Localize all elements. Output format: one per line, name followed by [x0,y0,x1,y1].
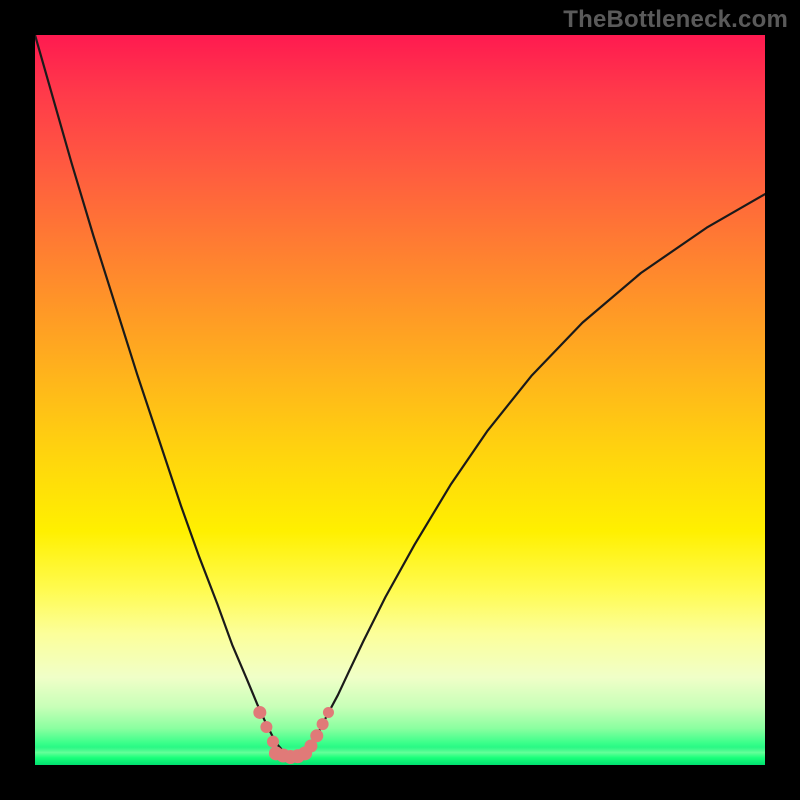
chart-overlay [35,35,765,765]
chart-frame: TheBottleneck.com [0,0,800,800]
curve-marker [253,706,266,719]
curve-marker [323,707,334,718]
curve-marker [260,721,272,733]
curve-markers [253,706,334,764]
plot-area [35,35,765,765]
watermark-label: TheBottleneck.com [563,6,788,34]
curve-marker [310,729,323,742]
curve-marker [317,718,329,730]
bottleneck-curve [35,35,765,757]
curve-marker [267,736,279,748]
